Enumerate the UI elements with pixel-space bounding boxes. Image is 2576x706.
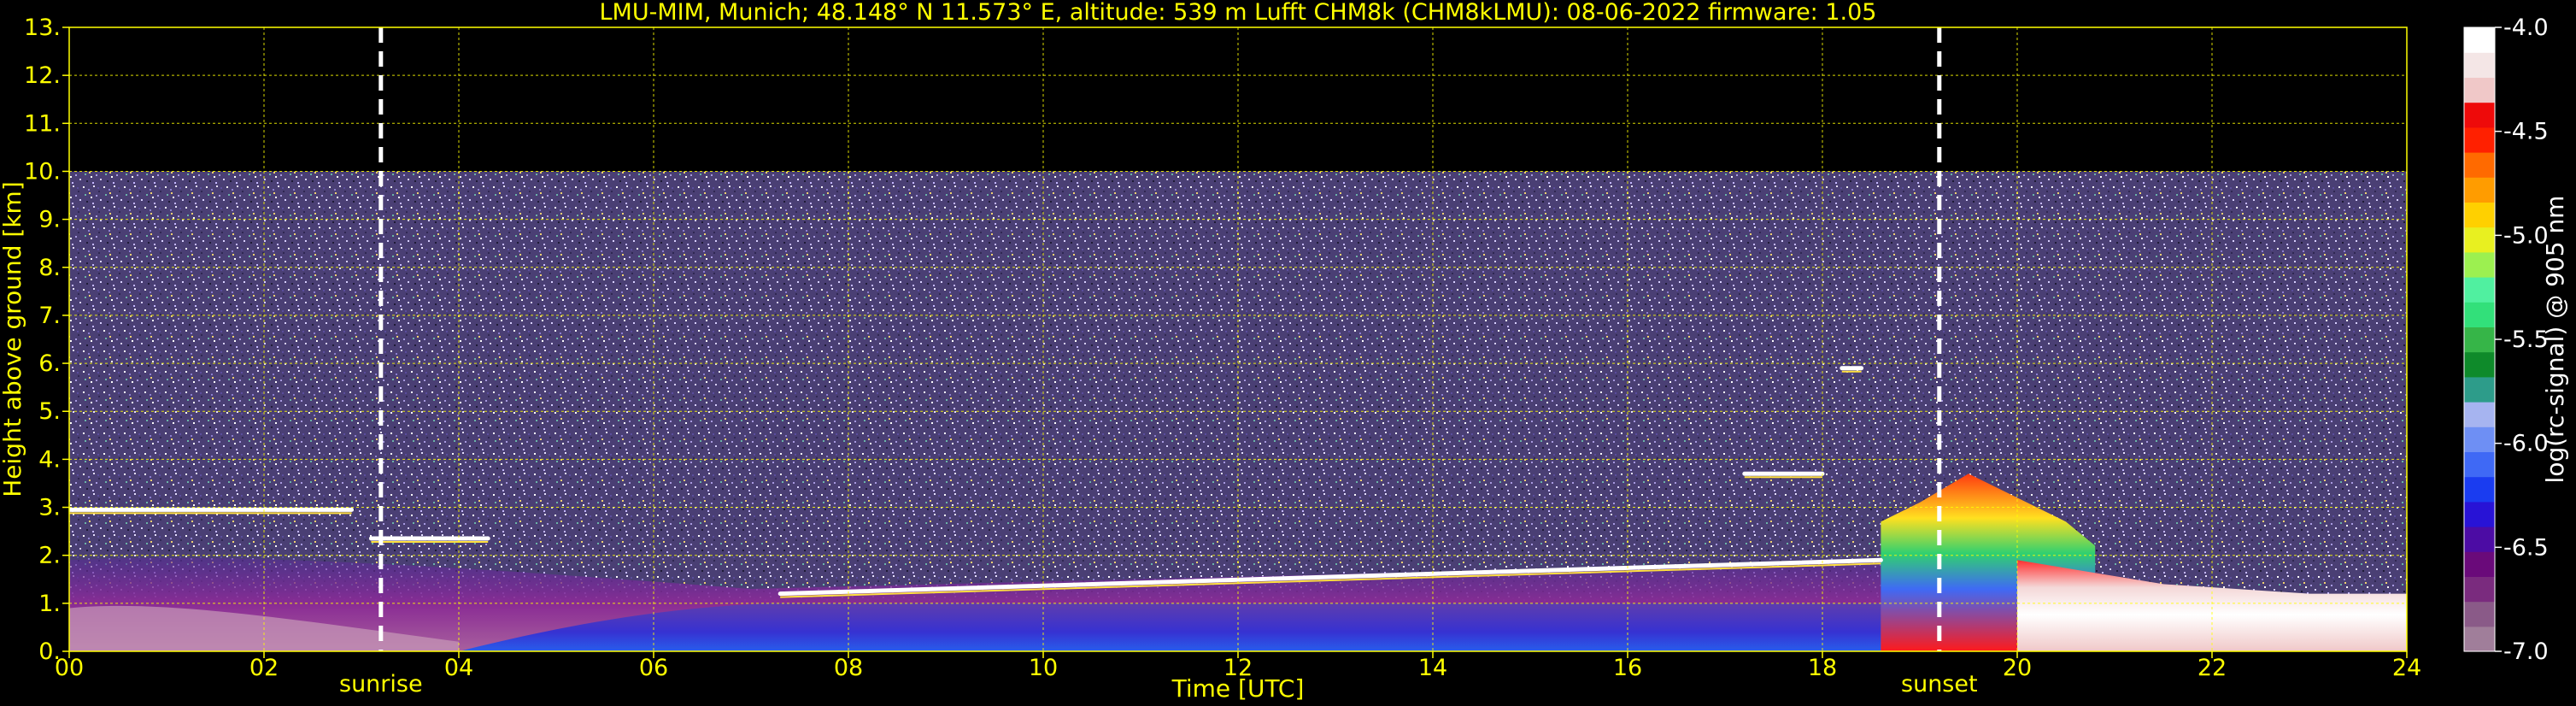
x-tick-label-4: 08: [834, 655, 863, 681]
colorbar-swatch-3: [2464, 551, 2495, 577]
colorbar-swatch-19: [2464, 152, 2495, 178]
y-axis-label: Height above ground [km]: [0, 181, 26, 497]
x-tick-label-0: 00: [55, 655, 84, 681]
colorbar-swatch-15: [2464, 251, 2495, 278]
x-tick-label-1: 02: [249, 655, 279, 681]
y-tick-label-11: 11.: [24, 110, 61, 137]
colorbar-swatch-4: [2464, 527, 2495, 552]
y-tick-label-7: 7.: [38, 303, 61, 329]
y-tick-label-1: 1.: [38, 591, 61, 617]
x-tick-label-3: 06: [639, 655, 668, 681]
colorbar-swatch-1: [2464, 601, 2495, 627]
colorbar-swatch-16: [2464, 227, 2495, 253]
colorbar: -4.0-4.5-5.0-5.5-6.0-6.5-7.0: [2463, 15, 2549, 665]
y-tick-label-13: 13.: [24, 15, 61, 41]
colorbar-swatch-14: [2464, 277, 2495, 303]
colorbar-label: log(rc-signal) @ 905 nm: [2541, 196, 2569, 484]
x-tick-label-7: 14: [1418, 655, 1447, 681]
y-axis-ticks: 0.1.2.3.4.5.6.7.8.9.10.11.12.13.: [24, 15, 69, 665]
y-tick-label-2: 2.: [38, 543, 61, 569]
colorbar-swatch-0: [2464, 626, 2495, 652]
event-label-sunset: sunset: [1901, 671, 1978, 697]
colorbar-tick-label-0: -4.0: [2503, 15, 2549, 41]
colorbar-swatch-9: [2464, 402, 2495, 427]
event-label-sunrise: sunrise: [339, 671, 423, 697]
x-axis-label: Time [UTC]: [1171, 674, 1305, 703]
chart-title: LMU-MIM, Munich; 48.148° N 11.573° E, al…: [600, 0, 1877, 26]
y-tick-label-6: 6.: [38, 350, 61, 377]
colorbar-swatch-21: [2464, 102, 2495, 128]
x-tick-label-8: 16: [1613, 655, 1642, 681]
x-tick-label-5: 10: [1029, 655, 1058, 681]
x-tick-label-10: 20: [2003, 655, 2032, 681]
y-tick-label-9: 9.: [38, 207, 61, 233]
colorbar-swatch-10: [2464, 376, 2495, 403]
colorbar-swatch-18: [2464, 177, 2495, 203]
colorbar-swatch-5: [2464, 501, 2495, 527]
colorbar-swatch-11: [2464, 351, 2495, 378]
y-tick-label-5: 5.: [38, 398, 61, 425]
colorbar-swatch-23: [2464, 52, 2495, 78]
colorbar-tick-label-1: -4.5: [2503, 119, 2549, 145]
x-tick-label-11: 22: [2198, 655, 2227, 681]
y-tick-label-3: 3.: [38, 495, 61, 521]
colorbar-swatch-17: [2464, 202, 2495, 228]
x-tick-label-9: 18: [1808, 655, 1837, 681]
colorbar-swatch-12: [2464, 327, 2495, 353]
colorbar-swatch-6: [2464, 476, 2495, 503]
colorbar-swatch-20: [2464, 126, 2495, 153]
y-tick-label-8: 8.: [38, 255, 61, 281]
colorbar-swatch-7: [2464, 451, 2495, 478]
colorbar-swatch-24: [2464, 27, 2495, 53]
colorbar-tick-label-5: -6.5: [2503, 534, 2549, 561]
y-tick-label-4: 4.: [38, 446, 61, 473]
colorbar-tick-label-6: -7.0: [2503, 638, 2549, 665]
colorbar-swatch-22: [2464, 77, 2495, 103]
colorbar-swatch-2: [2464, 576, 2495, 603]
x-tick-label-12: 24: [2392, 655, 2421, 681]
x-tick-label-2: 04: [444, 655, 473, 681]
colorbar-swatch-8: [2464, 427, 2495, 452]
ceilometer-chart: LMU-MIM, Munich; 48.148° N 11.573° E, al…: [0, 0, 2569, 703]
y-tick-label-10: 10.: [24, 158, 61, 185]
colorbar-swatch-13: [2464, 302, 2495, 327]
y-tick-label-12: 12.: [24, 62, 61, 89]
